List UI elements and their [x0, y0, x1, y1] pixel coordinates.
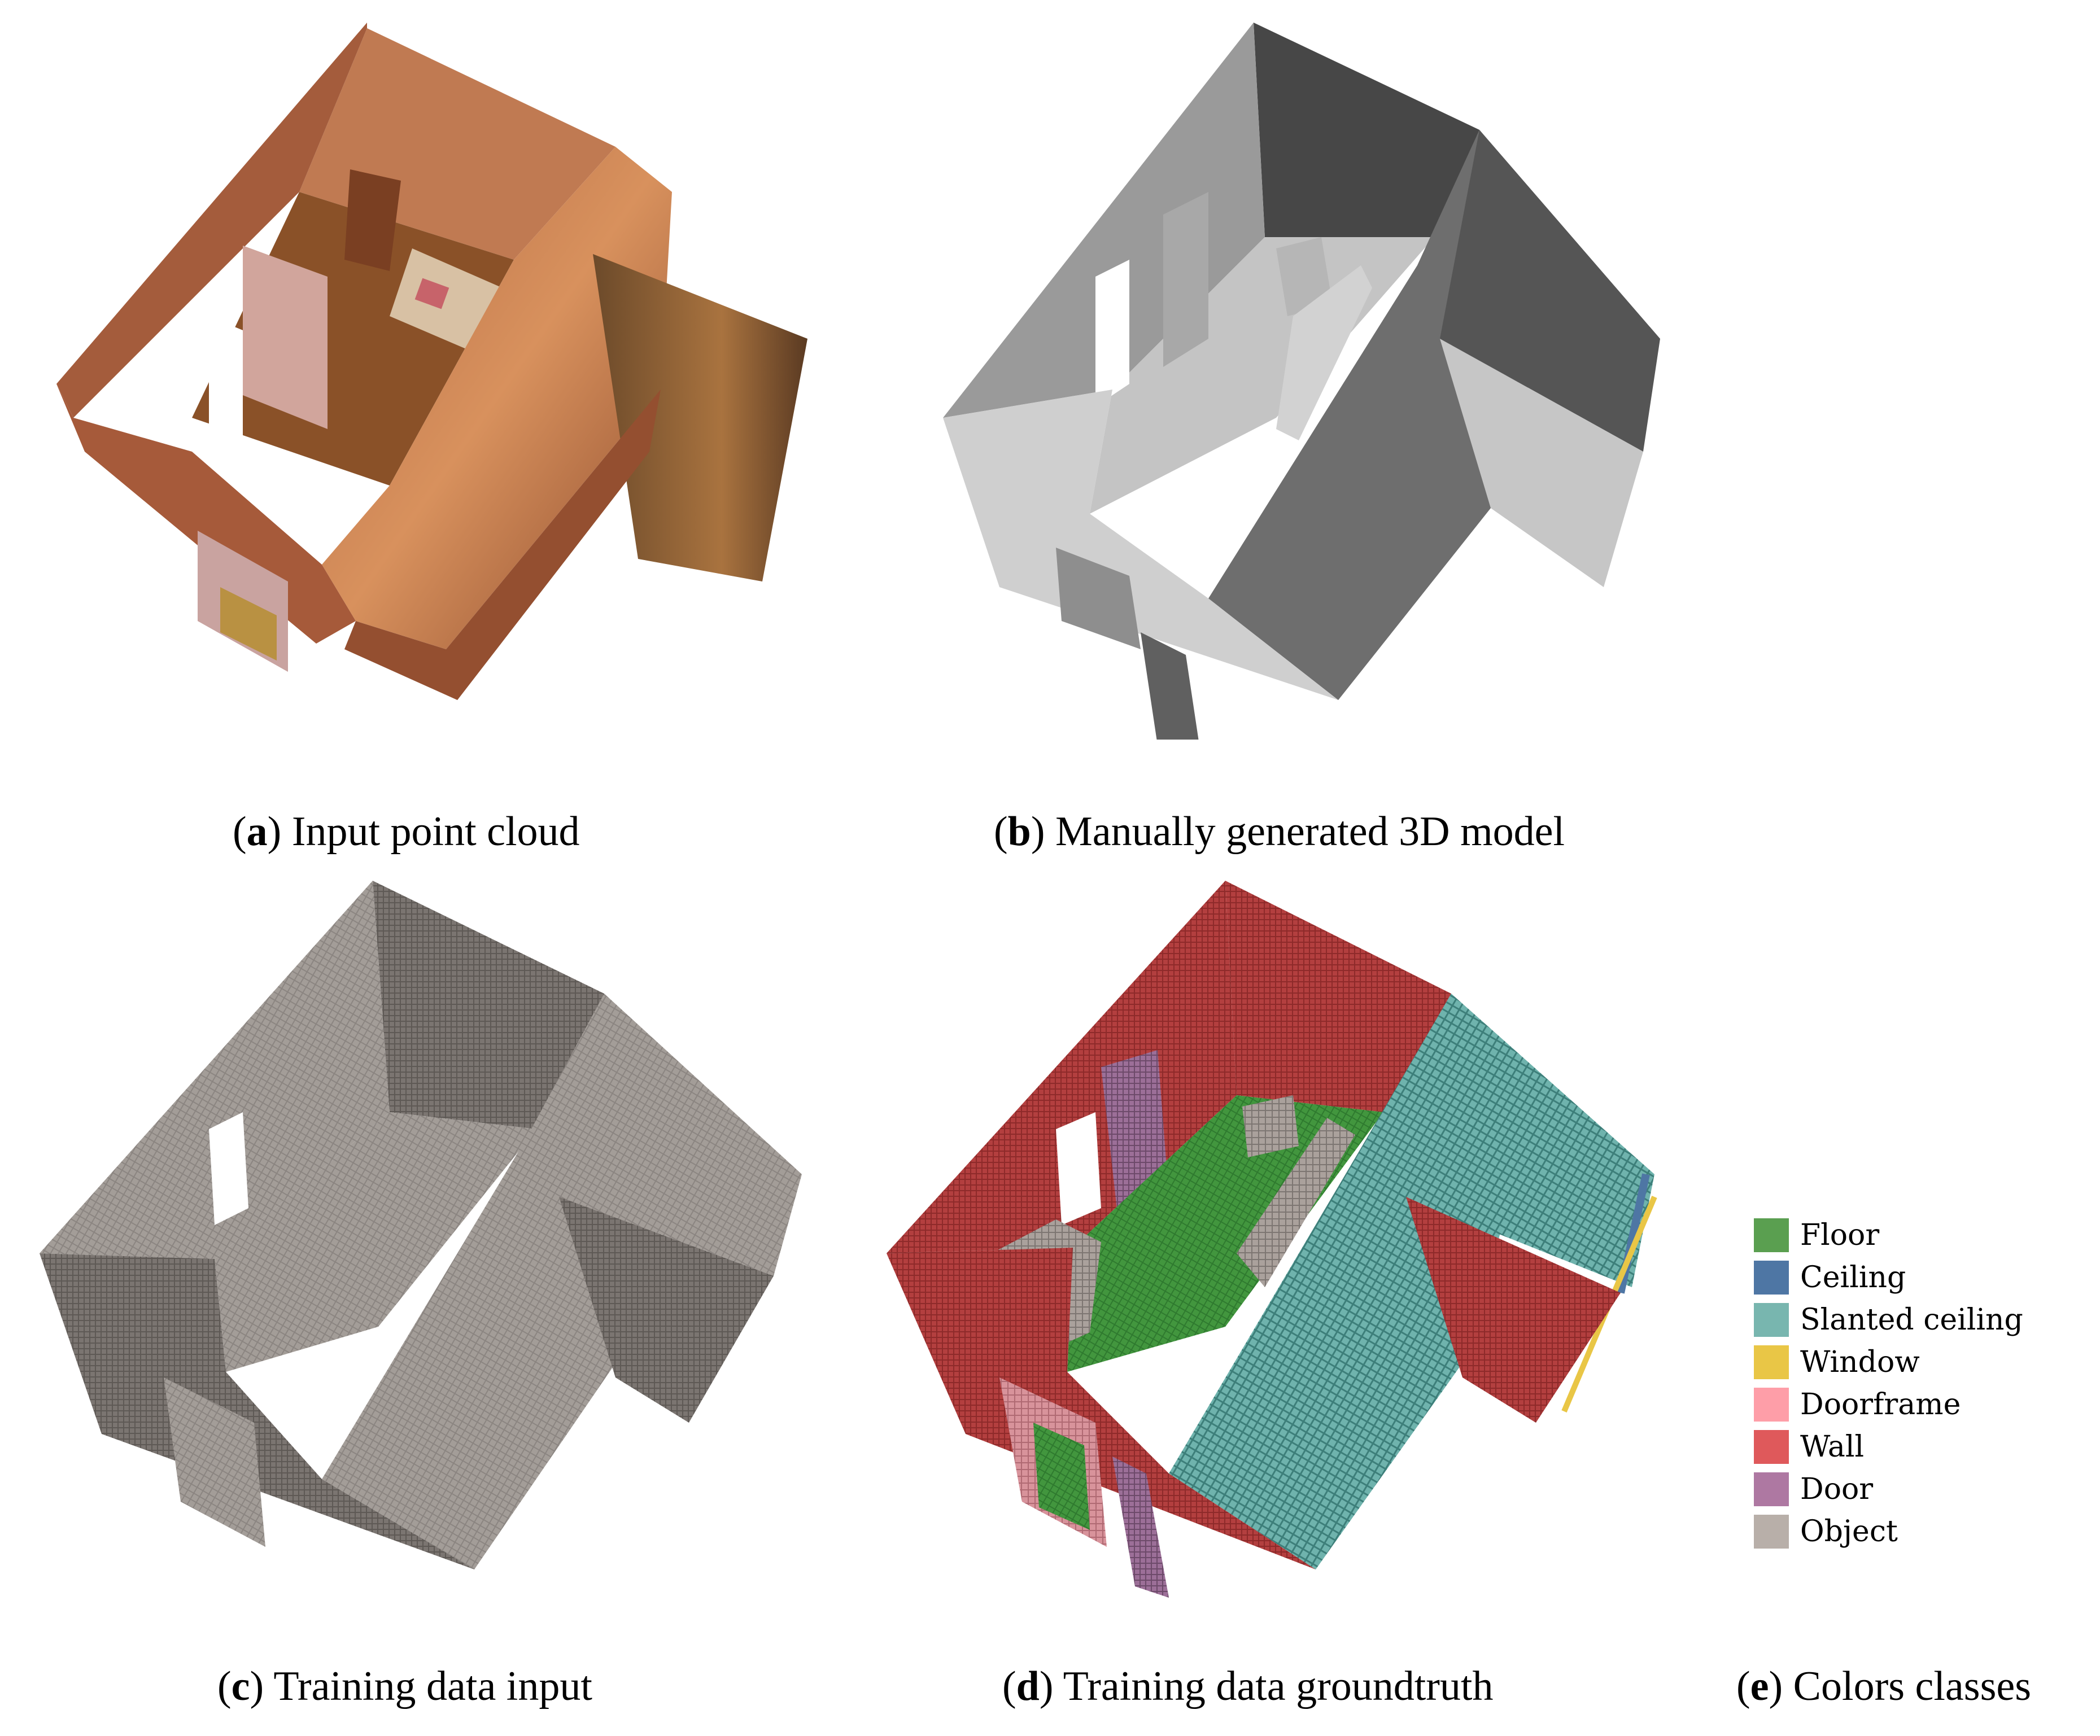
legend-item-doorframe: Doorframe: [1754, 1383, 2023, 1425]
legend-label: Floor: [1800, 1218, 1880, 1252]
legend-swatch: [1754, 1260, 1789, 1295]
legend-item-window: Window: [1754, 1341, 2023, 1383]
legend-label: Doorframe: [1800, 1387, 1961, 1422]
training-input-image: [40, 881, 830, 1609]
window-opening: [209, 1112, 248, 1225]
legend-label: Ceiling: [1800, 1260, 1906, 1295]
legend-label: Object: [1800, 1514, 1898, 1549]
legend-item-object: Object: [1754, 1510, 2023, 1553]
window-opening: [209, 316, 243, 440]
caption-letter: e: [1750, 1663, 1769, 1709]
voxel-groundtruth-render: [887, 881, 1657, 1598]
caption-text: Input point cloud: [281, 808, 580, 855]
legend-item-floor: Floor: [1754, 1214, 2023, 1256]
point-cloud-render: [56, 23, 807, 700]
caption-text: Training data groundtruth: [1053, 1663, 1494, 1709]
caption-training-groundtruth: (d) Training data groundtruth: [1002, 1663, 1494, 1709]
caption-colors-classes: (e) Colors classes: [1736, 1663, 2032, 1709]
manual-3d-model-image: [926, 23, 1711, 740]
legend-item-wall: Wall: [1754, 1425, 2023, 1468]
window-opening: [1056, 1112, 1101, 1225]
window-opening: [1095, 260, 1129, 406]
caption-letter: b: [1007, 808, 1031, 855]
legend-label: Slanted ceiling: [1800, 1302, 2023, 1337]
input-point-cloud-image: [51, 23, 819, 711]
door-back: [1163, 192, 1208, 367]
caption-letter: c: [231, 1663, 250, 1709]
training-groundtruth-image: [887, 881, 1683, 1609]
legend-swatch: [1754, 1472, 1789, 1506]
legend-swatch: [1754, 1345, 1789, 1379]
caption-text: Training data input: [264, 1663, 592, 1709]
legend-label: Door: [1800, 1472, 1874, 1506]
caption-letter: d: [1016, 1663, 1040, 1709]
color-class-legend: Floor Ceiling Slanted ceiling Window Doo…: [1754, 1214, 2023, 1553]
legend-item-slanted-ceiling: Slanted ceiling: [1754, 1298, 2023, 1341]
mesh-model-render: [943, 23, 1660, 740]
legend-swatch: [1754, 1218, 1789, 1252]
legend-swatch: [1754, 1302, 1789, 1337]
voxel-input-render: [40, 881, 802, 1569]
side-room: [593, 254, 807, 581]
caption-manual-3d-model: (b) Manually generated 3D model: [994, 808, 1565, 855]
caption-letter: a: [246, 808, 268, 855]
legend-swatch: [1754, 1429, 1789, 1464]
caption-text: Manually generated 3D model: [1045, 808, 1565, 855]
legend-swatch: [1754, 1387, 1789, 1422]
legend-item-door: Door: [1754, 1468, 2023, 1510]
caption-input-point-cloud: (a) Input point cloud: [233, 808, 580, 855]
legend-label: Window: [1800, 1345, 1920, 1379]
caption-text: Colors classes: [1783, 1663, 2032, 1709]
legend-label: Wall: [1800, 1429, 1865, 1464]
legend-swatch: [1754, 1514, 1789, 1549]
caption-training-input: (c) Training data input: [217, 1663, 592, 1709]
legend-item-ceiling: Ceiling: [1754, 1256, 2023, 1298]
